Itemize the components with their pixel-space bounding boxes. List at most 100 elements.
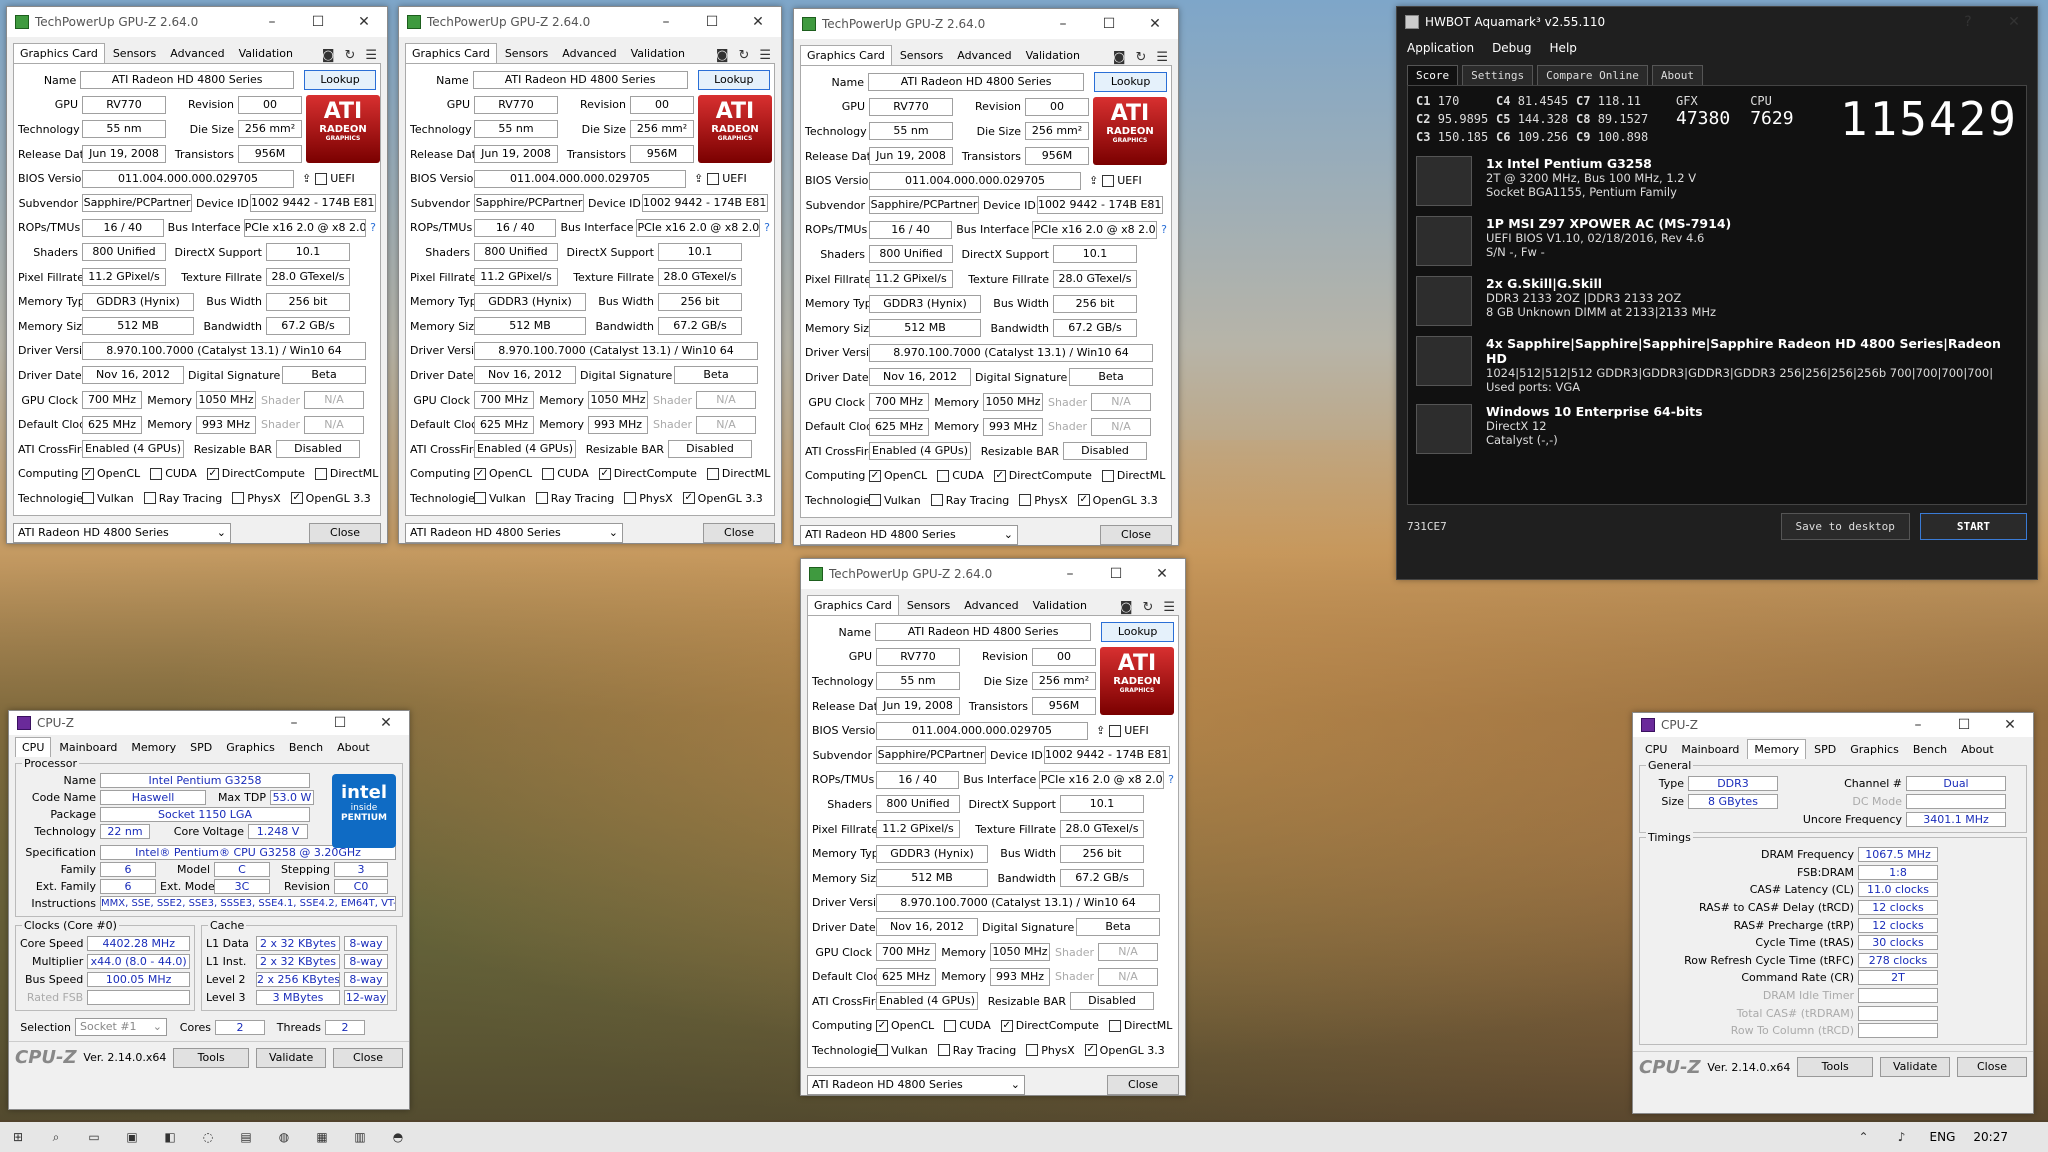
volume-icon[interactable]: ♪ (1892, 1127, 1912, 1147)
minimize-button[interactable]: – (1040, 16, 1086, 32)
gpuz-taskbar-icon[interactable]: ▤ (236, 1127, 256, 1147)
help-button[interactable]: ? (1945, 14, 1991, 30)
ray-tracing-checkbox[interactable] (930, 494, 943, 507)
opengl-checkbox[interactable]: ✓ (290, 492, 303, 505)
close-window-button[interactable]: ✕ (735, 14, 781, 30)
maximize-button[interactable]: ☐ (317, 715, 363, 731)
tab-graphics[interactable]: Graphics (220, 738, 281, 757)
share-icon[interactable]: ⇪ (1089, 174, 1098, 187)
tab-about[interactable]: About (331, 738, 376, 757)
gpu-select-dropdown[interactable]: ATI Radeon HD 4800 Series ⌄ (807, 1074, 1025, 1095)
language-indicator[interactable]: ENG (1930, 1130, 1956, 1144)
title-bar[interactable]: TechPowerUp GPU-Z 2.64.0 – ☐ ✕ (801, 559, 1185, 589)
close-button[interactable]: Close (309, 522, 381, 543)
bus-help-icon[interactable]: ? (764, 221, 770, 234)
app-icon-1[interactable]: ◧ (160, 1127, 180, 1147)
opencl-checkbox[interactable]: ✓ (876, 1019, 888, 1032)
vulkan-checkbox[interactable] (869, 494, 881, 507)
share-icon[interactable]: ⇪ (302, 172, 311, 185)
camera-icon[interactable]: ◙ (1120, 600, 1133, 615)
save-to-desktop-button[interactable]: Save to desktop (1780, 513, 1910, 540)
menu-icon[interactable]: ☰ (365, 48, 377, 63)
tab-mainboard[interactable]: Mainboard (1675, 740, 1745, 759)
uefi-checkbox[interactable] (707, 172, 720, 185)
tab-sensors[interactable]: Sensors (894, 46, 949, 65)
close-button[interactable]: Close (332, 1047, 403, 1068)
refresh-icon[interactable]: ↻ (344, 48, 355, 63)
directml-checkbox[interactable] (1101, 469, 1114, 482)
directml-checkbox[interactable] (314, 467, 327, 480)
tab-bench[interactable]: Bench (283, 738, 329, 757)
uefi-checkbox[interactable] (1109, 724, 1122, 737)
tab-about[interactable]: About (1651, 65, 1703, 85)
cuda-checkbox[interactable] (542, 467, 555, 480)
tab-validation[interactable]: Validation (1020, 46, 1086, 65)
bus-help-icon[interactable]: ? (1168, 773, 1174, 786)
aquamark-taskbar-icon[interactable]: ◓ (388, 1127, 408, 1147)
cpuz-taskbar-icon[interactable]: ▦ (312, 1127, 332, 1147)
camera-icon[interactable]: ◙ (716, 48, 729, 63)
maximize-button[interactable]: ☐ (1941, 717, 1987, 733)
app-icon-3[interactable]: ◍ (274, 1127, 294, 1147)
directcompute-checkbox[interactable]: ✓ (1000, 1019, 1013, 1032)
maximize-button[interactable]: ☐ (689, 14, 735, 30)
lookup-button[interactable]: Lookup (304, 70, 376, 91)
uefi-checkbox[interactable] (315, 172, 328, 185)
tab-advanced[interactable]: Advanced (556, 44, 622, 63)
menu-icon[interactable]: ☰ (1156, 50, 1168, 65)
physx-checkbox[interactable] (1019, 494, 1032, 507)
opencl-checkbox[interactable]: ✓ (869, 469, 881, 482)
minimize-button[interactable]: – (1047, 566, 1093, 582)
cuda-checkbox[interactable] (150, 467, 163, 480)
ray-tracing-checkbox[interactable] (535, 492, 548, 505)
tab-compare-online[interactable]: Compare Online (1537, 65, 1648, 85)
lookup-button[interactable]: Lookup (1094, 72, 1167, 93)
tab-graphics[interactable]: Graphics (1844, 740, 1905, 759)
refresh-icon[interactable]: ↻ (1135, 50, 1146, 65)
tab-validation[interactable]: Validation (233, 44, 299, 63)
close-button[interactable]: Close (1956, 1057, 2027, 1078)
camera-icon[interactable]: ◙ (322, 48, 335, 63)
menu-debug[interactable]: Debug (1492, 41, 1531, 55)
vulkan-checkbox[interactable] (474, 492, 486, 505)
close-button[interactable]: Close (703, 522, 775, 543)
tab-mainboard[interactable]: Mainboard (53, 738, 123, 757)
menu-application[interactable]: Application (1407, 41, 1474, 55)
gpu-select-dropdown[interactable]: ATI Radeon HD 4800 Series ⌄ (13, 522, 231, 543)
directcompute-checkbox[interactable]: ✓ (598, 467, 611, 480)
vulkan-checkbox[interactable] (876, 1044, 888, 1057)
terminal-icon[interactable]: ▣ (122, 1127, 142, 1147)
tab-graphics-card[interactable]: Graphics Card (405, 43, 497, 63)
uefi-checkbox[interactable] (1102, 174, 1115, 187)
share-icon[interactable]: ⇪ (694, 172, 703, 185)
directml-checkbox[interactable] (1108, 1019, 1121, 1032)
share-icon[interactable]: ⇪ (1096, 724, 1105, 737)
clock[interactable]: 20:27 (1973, 1130, 2008, 1144)
physx-checkbox[interactable] (624, 492, 637, 505)
gpu-select-dropdown[interactable]: ATI Radeon HD 4800 Series ⌄ (800, 524, 1018, 545)
physx-checkbox[interactable] (232, 492, 245, 505)
cuda-checkbox[interactable] (937, 469, 950, 482)
maximize-button[interactable]: ☐ (295, 14, 341, 30)
bus-help-icon[interactable]: ? (1161, 223, 1167, 236)
title-bar[interactable]: CPU-Z – ☐ ✕ (9, 711, 409, 735)
directml-checkbox[interactable] (706, 467, 719, 480)
refresh-icon[interactable]: ↻ (1142, 600, 1153, 615)
tab-score[interactable]: Score (1407, 65, 1459, 85)
maximize-button[interactable]: ☐ (1093, 566, 1139, 582)
tools-button[interactable]: Tools (1797, 1057, 1874, 1078)
minimize-button[interactable]: – (1895, 717, 1941, 733)
app-icon-2[interactable]: ◌ (198, 1127, 218, 1147)
title-bar[interactable]: HWBOT Aquamark³ v2.55.110? ✕ (1397, 7, 2037, 37)
tab-validation[interactable]: Validation (1027, 596, 1093, 615)
title-bar[interactable]: TechPowerUp GPU-Z 2.64.0 – ☐ ✕ (794, 9, 1178, 39)
menu-icon[interactable]: ☰ (1163, 600, 1175, 615)
tab-graphics-card[interactable]: Graphics Card (800, 45, 892, 65)
tab-sensors[interactable]: Sensors (107, 44, 162, 63)
ray-tracing-checkbox[interactable] (937, 1044, 950, 1057)
tab-validation[interactable]: Validation (625, 44, 691, 63)
minimize-button[interactable]: – (249, 14, 295, 30)
tab-cpu[interactable]: CPU (15, 737, 52, 757)
tray-icon[interactable]: ⌃ (1854, 1127, 1874, 1147)
windows-start-icon[interactable]: ⊞ (8, 1127, 28, 1147)
